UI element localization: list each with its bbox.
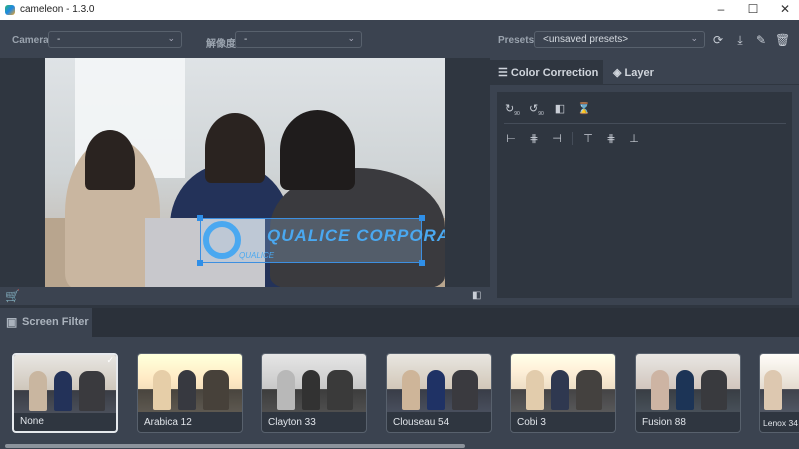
chevron-down-icon: ⌄ [690, 33, 698, 43]
trash-icon[interactable]: 🗑 [775, 33, 790, 47]
tab-label: Screen Filter [22, 316, 89, 328]
filter-thumbnail [262, 354, 366, 412]
camera-value: - [57, 34, 61, 45]
app-logo-icon [5, 5, 15, 15]
filter-thumbnail [760, 354, 799, 412]
edit-icon[interactable]: ✎ [754, 33, 768, 47]
align-top-icon[interactable]: ⊤ [581, 132, 595, 146]
checkmark-icon: ✓ [106, 355, 114, 365]
camera-preview-image: QUALICE CORPORATION QUALICE [45, 58, 445, 287]
flip-horizontal-icon[interactable]: ◧ [553, 102, 567, 116]
resize-handle[interactable] [197, 260, 203, 266]
align-bottom-icon[interactable]: ⊥ [627, 132, 641, 146]
flip-vertical-icon[interactable]: ⌛ [577, 102, 591, 116]
tab-layer[interactable]: ◈ Layer [605, 60, 665, 84]
horizontal-scrollbar[interactable] [5, 444, 465, 448]
rotate-left-90-icon[interactable]: ↺90 [529, 102, 544, 117]
logo-text: QUALICE CORPORATION [267, 226, 445, 245]
mirror-icon[interactable]: ◧ [472, 290, 481, 301]
filter-name: Cobi 3 [517, 417, 546, 428]
filter-name: Clouseau 54 [393, 417, 450, 428]
presets-value: <unsaved presets> [543, 34, 629, 45]
tab-label: Layer [624, 67, 654, 79]
filter-card[interactable]: Clouseau 54 [386, 353, 492, 433]
minimize-button[interactable]: – [712, 2, 730, 18]
cart-icon[interactable]: 🛒 [5, 289, 20, 303]
resize-handle[interactable] [197, 215, 203, 221]
rotate-right-90-icon[interactable]: ↻90 [505, 102, 520, 117]
layers-icon: ◈ [613, 67, 625, 79]
filter-name: None [20, 416, 44, 427]
resolution-value: - [244, 34, 248, 45]
filter-thumbnail [511, 354, 615, 412]
title-bar: cameleon - 1.3.0 – ☐ ✕ [0, 0, 799, 20]
presets-select[interactable]: <unsaved presets> ⌄ [534, 31, 705, 48]
tab-label: Color Correction [510, 67, 599, 79]
align-middle-vertical-icon[interactable]: ⋕ [604, 132, 618, 146]
filter-card[interactable]: Clayton 33 [261, 353, 367, 433]
sliders-icon: ☰ [498, 67, 511, 79]
layer-controls: ↻90 ↺90 ◧ ⌛ ⊢ ⋕ ⊣ ⊤ ⋕ ⊥ [497, 92, 792, 298]
filter-card[interactable]: Cobi 3 [510, 353, 616, 433]
filter-card[interactable]: None ✓ [12, 353, 118, 433]
filter-thumbnail [636, 354, 740, 412]
filter-name: Lenox 34 [763, 418, 798, 428]
filter-thumbnail [14, 355, 116, 413]
logo-overlay-layer[interactable]: QUALICE CORPORATION QUALICE [197, 215, 445, 266]
filter-card[interactable]: Fusion 88 [635, 353, 741, 433]
close-button[interactable]: ✕ [776, 2, 794, 18]
camera-select[interactable]: - ⌄ [48, 31, 182, 48]
align-center-horizontal-icon[interactable]: ⋕ [527, 132, 541, 146]
resolution-select[interactable]: - ⌄ [235, 31, 362, 48]
filter-name: Clayton 33 [268, 417, 316, 428]
camera-label: Camera: [12, 35, 53, 46]
filter-card[interactable]: Arabica 12 [137, 353, 243, 433]
align-left-icon[interactable]: ⊢ [504, 132, 518, 146]
filter-card[interactable]: Lenox 34 [759, 353, 799, 433]
tab-color-correction[interactable]: ☰ Color Correction [490, 60, 603, 84]
resize-handle[interactable] [419, 215, 425, 221]
filter-add-icon: ▣ [6, 315, 18, 329]
download-icon[interactable]: ⤓ [733, 33, 747, 47]
filter-thumbnail [138, 354, 242, 412]
reset-icon[interactable]: ⟳ [711, 33, 725, 47]
filter-tab-bar [0, 308, 799, 337]
filter-name: Arabica 12 [144, 417, 192, 428]
preview-bottom-bar: 🛒 ◧ [0, 287, 490, 305]
logo-subtext: QUALICE [239, 251, 275, 260]
logo-q-mark [203, 221, 241, 259]
maximize-button[interactable]: ☐ [744, 2, 762, 18]
window-title: cameleon - 1.3.0 [20, 4, 95, 15]
chevron-down-icon: ⌄ [347, 33, 355, 43]
presets-label: Presets: [498, 35, 538, 46]
chevron-down-icon: ⌄ [167, 33, 175, 43]
tab-screen-filter[interactable]: ▣ Screen Filter [0, 308, 92, 337]
filter-name: Fusion 88 [642, 417, 686, 428]
filter-thumbnail [387, 354, 491, 412]
resize-handle[interactable] [419, 260, 425, 266]
align-right-icon[interactable]: ⊣ [550, 132, 564, 146]
